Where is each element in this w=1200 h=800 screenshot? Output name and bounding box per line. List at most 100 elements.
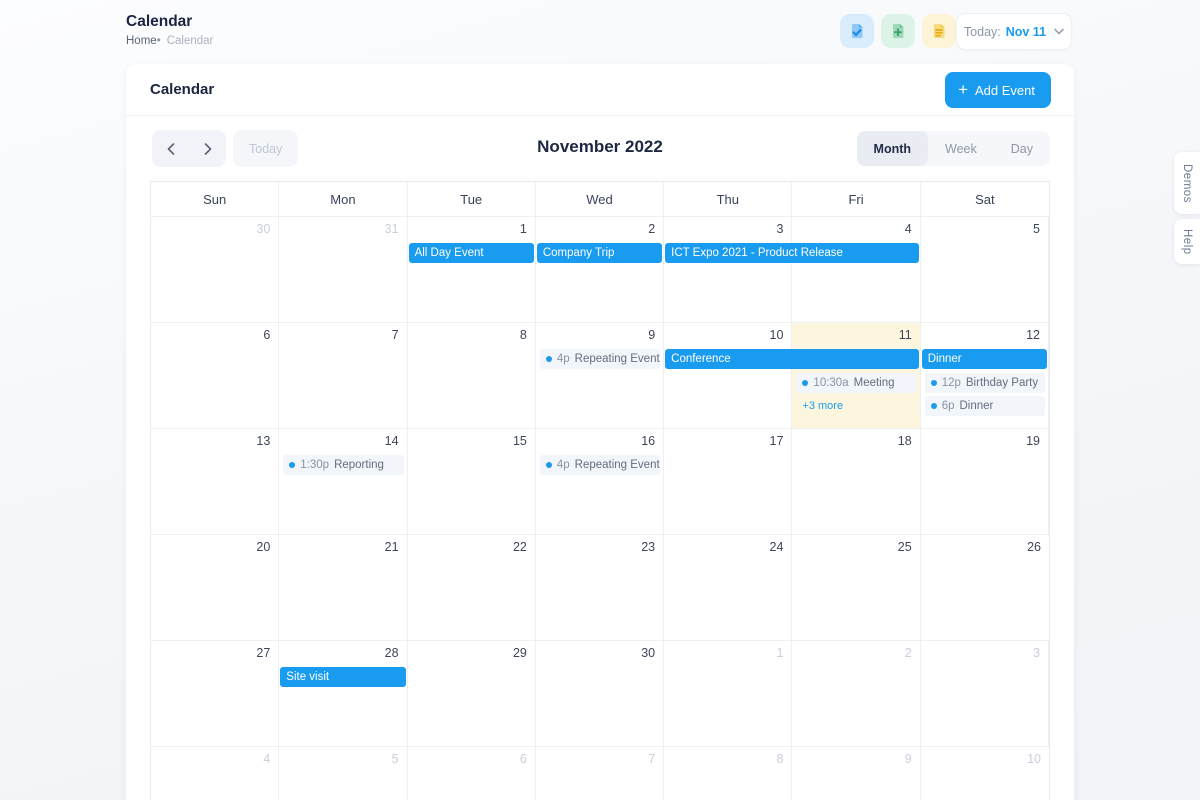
day-cell[interactable]: 26 [921, 535, 1049, 640]
day-cell[interactable]: 30 [151, 217, 279, 322]
view-switcher: MonthWeekDay [857, 131, 1050, 166]
date-number: 29 [513, 646, 527, 660]
file-plus-icon [889, 22, 907, 40]
event-title: Repeating Event [575, 455, 660, 475]
today-value: Nov 11 [1006, 25, 1046, 39]
event-bar[interactable]: Dinner [922, 349, 1047, 369]
day-cell[interactable]: 9 [536, 323, 664, 428]
card-header: Calendar + Add Event [126, 64, 1074, 116]
plus-icon: + [958, 81, 968, 98]
day-cell[interactable]: 4 [151, 747, 279, 800]
view-button-week[interactable]: Week [928, 131, 994, 166]
event-timed[interactable]: 1:30pReporting [283, 455, 403, 475]
date-number: 6 [520, 752, 527, 766]
day-cell[interactable]: 9 [792, 747, 920, 800]
day-cell[interactable]: 3 [921, 641, 1049, 746]
event-timed[interactable]: 4pRepeating Event [540, 349, 660, 369]
day-cell[interactable]: 31 [279, 217, 407, 322]
date-number: 1 [776, 646, 783, 660]
day-cell[interactable]: 1 [664, 641, 792, 746]
date-number: 1 [520, 222, 527, 236]
event-timed[interactable]: 10:30aMeeting [796, 373, 916, 393]
day-cell[interactable]: 16 [536, 429, 664, 534]
event-bar[interactable]: ICT Expo 2021 - Product Release [665, 243, 919, 263]
date-number: 14 [385, 434, 399, 448]
date-number: 15 [513, 434, 527, 448]
today-date-dropdown[interactable]: Today: Nov 11 [956, 13, 1072, 50]
view-button-day[interactable]: Day [994, 131, 1050, 166]
date-number: 11 [899, 328, 912, 342]
day-cell[interactable]: 14 [279, 429, 407, 534]
date-number: 10 [1027, 752, 1041, 766]
day-cell[interactable]: 3 [664, 217, 792, 322]
day-cell[interactable]: 28 [279, 641, 407, 746]
event-bar[interactable]: All Day Event [409, 243, 534, 263]
breadcrumb: Home• Calendar [126, 35, 213, 47]
help-side-tab[interactable]: Help [1174, 219, 1200, 264]
event-time: 1:30p [300, 455, 329, 475]
date-number: 5 [392, 752, 399, 766]
day-cell[interactable]: 7 [279, 323, 407, 428]
date-number: 28 [385, 646, 399, 660]
day-cell[interactable]: 23 [536, 535, 664, 640]
day-cell[interactable]: 8 [664, 747, 792, 800]
event-dot-icon [931, 380, 937, 386]
day-cell[interactable]: 4 [792, 217, 920, 322]
day-header-mon: Mon [279, 182, 407, 216]
date-number: 9 [648, 328, 655, 342]
date-number: 22 [513, 540, 527, 554]
date-number: 2 [648, 222, 655, 236]
event-timed[interactable]: 6pDinner [925, 396, 1045, 416]
file-check-button[interactable] [840, 14, 874, 48]
day-cell[interactable]: 20 [151, 535, 279, 640]
event-dot-icon [802, 380, 808, 386]
day-header-wed: Wed [536, 182, 664, 216]
day-cell[interactable]: 27 [151, 641, 279, 746]
day-cell[interactable]: 24 [664, 535, 792, 640]
file-check-icon [848, 22, 866, 40]
day-cell[interactable]: 5 [921, 217, 1049, 322]
day-cell[interactable]: 30 [536, 641, 664, 746]
event-bar[interactable]: Site visit [280, 667, 405, 687]
event-timed[interactable]: 4pRepeating Event [540, 455, 660, 475]
breadcrumb-separator: • [157, 35, 161, 47]
event-title: Repeating Event [575, 349, 660, 369]
demos-side-tab[interactable]: Demos [1174, 152, 1200, 214]
day-cell[interactable]: 15 [408, 429, 536, 534]
file-lines-button[interactable] [922, 14, 956, 48]
date-number: 5 [1033, 222, 1040, 236]
day-cell[interactable]: 6 [151, 323, 279, 428]
breadcrumb-home[interactable]: Home [126, 35, 157, 47]
day-cell[interactable]: 7 [536, 747, 664, 800]
week-row: 13 14 15 16171819 1:30pReporting 4pRepeating … [151, 428, 1049, 534]
add-event-button[interactable]: + Add Event [945, 72, 1051, 108]
event-bar[interactable]: Company Trip [537, 243, 662, 263]
day-cell[interactable]: 2 [536, 217, 664, 322]
day-cell[interactable]: 29 [408, 641, 536, 746]
date-number: 3 [776, 222, 783, 236]
event-timed[interactable]: 12pBirthday Party [925, 373, 1045, 393]
day-cell[interactable]: 21 [279, 535, 407, 640]
day-cell[interactable]: 18 [792, 429, 920, 534]
file-plus-button[interactable] [881, 14, 915, 48]
day-cell[interactable]: 22 [408, 535, 536, 640]
day-cell[interactable]: 10 [664, 323, 792, 428]
day-cell[interactable]: 25 [792, 535, 920, 640]
day-header-sun: Sun [151, 182, 279, 216]
today-label: Today: [964, 25, 1001, 39]
day-cell[interactable]: 5 [279, 747, 407, 800]
day-cell[interactable]: 2 [792, 641, 920, 746]
day-cell[interactable]: 13 [151, 429, 279, 534]
day-cell[interactable]: 1 [408, 217, 536, 322]
event-more[interactable]: +3 more [796, 396, 916, 416]
date-number: 21 [385, 540, 399, 554]
day-cell[interactable]: 17 [664, 429, 792, 534]
event-bar[interactable]: Conference [665, 349, 919, 369]
breadcrumb-current: Calendar [167, 35, 214, 47]
day-cell[interactable]: 10 [921, 747, 1049, 800]
week-row: 27 28 29 30 123 Site visit [151, 640, 1049, 746]
day-cell[interactable]: 8 [408, 323, 536, 428]
day-cell[interactable]: 6 [408, 747, 536, 800]
day-cell[interactable]: 19 [921, 429, 1049, 534]
view-button-month[interactable]: Month [857, 131, 928, 166]
